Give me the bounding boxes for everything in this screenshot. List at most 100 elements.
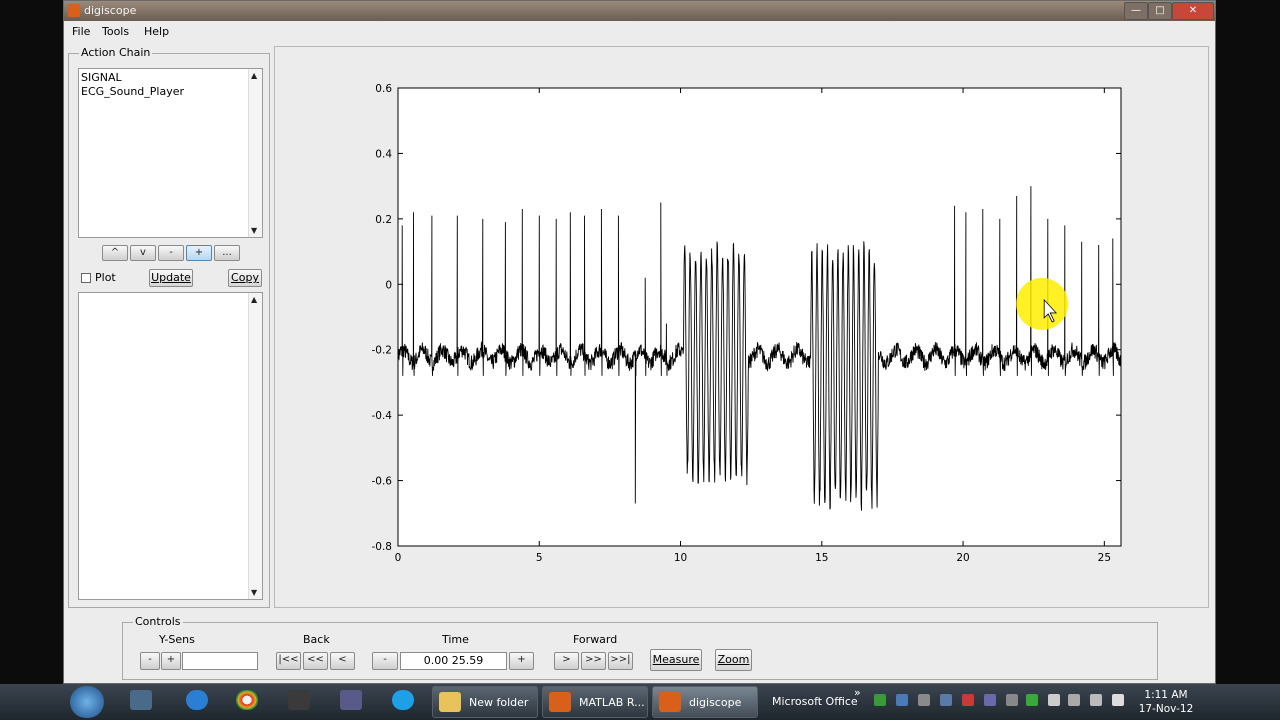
tray-app-icon[interactable] [896,694,908,706]
menu-file[interactable]: File [72,25,90,38]
ysens-input[interactable] [182,652,258,670]
zoom-button[interactable]: Zoom [715,649,752,671]
add-button[interactable]: + [186,245,212,261]
network-icon[interactable] [1090,694,1102,706]
forward-end-button[interactable]: >>| [608,652,633,670]
x-tick-label: 25 [1098,552,1111,564]
scrollbar[interactable]: ▲ ▼ [248,293,262,599]
x-tick-label: 0 [395,552,402,564]
back-fast-button[interactable]: << [303,652,328,670]
y-tick-label: -0.6 [372,476,393,488]
matlab-icon [659,692,681,712]
plot-checkbox[interactable] [81,273,91,283]
messenger-icon[interactable] [340,690,362,710]
scroll-up-icon[interactable]: ▲ [251,295,257,304]
time-plus-button[interactable]: + [509,652,534,670]
back-label: Back [303,633,330,646]
task-label: digiscope [689,696,742,709]
tray-app-icon[interactable] [984,694,996,706]
chevron-right-icon[interactable]: » [854,686,861,699]
title-bar[interactable]: digiscope — □ ✕ [64,1,1215,21]
menu-tools[interactable]: Tools [102,25,129,38]
update-button[interactable]: Update [149,269,193,287]
clock-time: 1:11 AM [1144,689,1188,701]
task-matlab[interactable]: MATLAB R... [542,686,648,718]
y-tick-label: -0.2 [372,345,393,357]
forward-label: Forward [573,633,618,646]
internet-explorer-icon[interactable] [186,690,208,710]
forward-fast-button[interactable]: >> [581,652,606,670]
ysens-label: Y-Sens [159,633,195,646]
move-down-button[interactable]: v [130,245,156,261]
ysens-plus-button[interactable]: + [161,652,181,670]
folder-icon [439,692,461,712]
tray-app-icon[interactable] [962,694,974,706]
x-tick-label: 15 [815,552,828,564]
ecg-plot[interactable]: 0.60.40.20-0.2-0.4-0.6-0.80 5 10 15 20 25 [275,47,1210,609]
action-chain-list[interactable]: SIGNAL ECG_Sound_Player ▲ ▼ [78,68,263,238]
media-player-icon[interactable] [288,690,310,710]
close-button[interactable]: ✕ [1172,2,1214,20]
ysens-minus-button[interactable]: - [140,652,160,670]
task-new-folder[interactable]: New folder [432,686,538,718]
back-step-button[interactable]: < [330,652,355,670]
y-tick-label: 0.4 [375,148,392,160]
menu-help[interactable]: Help [144,25,169,38]
time-input[interactable]: 0.00 25.59 [400,652,507,670]
maximize-button[interactable]: □ [1148,2,1172,20]
parameters-list[interactable]: ▲ ▼ [78,292,263,600]
menu-bar: File Tools Help [64,21,1215,41]
scroll-down-icon[interactable]: ▼ [251,226,257,235]
desktop: digiscope — □ ✕ File Tools Help Action C… [0,0,1280,720]
show-desktop-icon[interactable] [130,690,152,710]
matlab-icon [68,4,80,17]
controls-label: Controls [133,615,183,628]
toolbar-microsoft-office[interactable]: Microsoft Office [772,695,858,708]
remove-button[interactable]: - [158,245,184,261]
start-button[interactable] [70,686,104,718]
y-tick-label: 0.2 [375,214,392,226]
action-chain-panel: Action Chain SIGNAL ECG_Sound_Player ▲ ▼… [68,46,270,608]
minimize-button[interactable]: — [1124,2,1148,20]
skype-icon[interactable] [392,690,414,710]
chrome-icon[interactable] [236,690,258,710]
tray-app-icon[interactable] [940,694,952,706]
x-tick-label: 20 [956,552,969,564]
list-item[interactable]: SIGNAL [81,71,122,84]
tray-app-icon[interactable] [1068,694,1080,706]
y-tick-label: -0.8 [372,541,393,553]
tray-app-icon[interactable] [1006,694,1018,706]
digiscope-window: digiscope — □ ✕ File Tools Help Action C… [63,0,1216,684]
plot-area [397,87,1122,547]
matlab-icon [549,692,571,712]
tray-excel-icon[interactable] [874,694,886,706]
forward-step-button[interactable]: > [554,652,579,670]
time-label: Time [442,633,469,646]
x-tick-label: 10 [674,552,687,564]
scroll-down-icon[interactable]: ▼ [251,588,257,597]
task-digiscope[interactable]: digiscope [652,686,758,718]
copy-button[interactable]: Copy [228,269,262,287]
y-tick-label: -0.4 [372,410,393,422]
action-chain-label: Action Chain [79,46,153,59]
move-up-button[interactable]: ^ [102,245,128,261]
task-label: New folder [469,696,529,709]
clock[interactable]: 1:11 AM 17-Nov-12 [1136,688,1196,716]
window-title: digiscope [84,4,137,17]
volume-icon[interactable] [1112,694,1124,706]
clock-date: 17-Nov-12 [1138,703,1194,715]
scrollbar[interactable]: ▲ ▼ [248,69,262,237]
flag-icon[interactable] [1048,694,1060,706]
tray-app-icon[interactable] [918,694,930,706]
y-tick-label: 0.6 [375,83,392,95]
time-minus-button[interactable]: - [372,652,398,670]
x-tick-label: 5 [536,552,543,564]
tray-check-icon[interactable] [1026,694,1038,706]
options-button[interactable]: ... [214,245,240,261]
scroll-up-icon[interactable]: ▲ [251,71,257,80]
controls-panel: Controls Y-Sens - + Back |<< << < Time -… [122,615,1158,680]
list-item[interactable]: ECG_Sound_Player [81,85,184,98]
back-start-button[interactable]: |<< [276,652,301,670]
plot-panel: 0.6 0.4 0.2 0 -0.2 -0.4 -0.6 -0.8 0 5 10 15 20 25 [274,46,1209,608]
measure-button[interactable]: Measure [650,649,702,671]
